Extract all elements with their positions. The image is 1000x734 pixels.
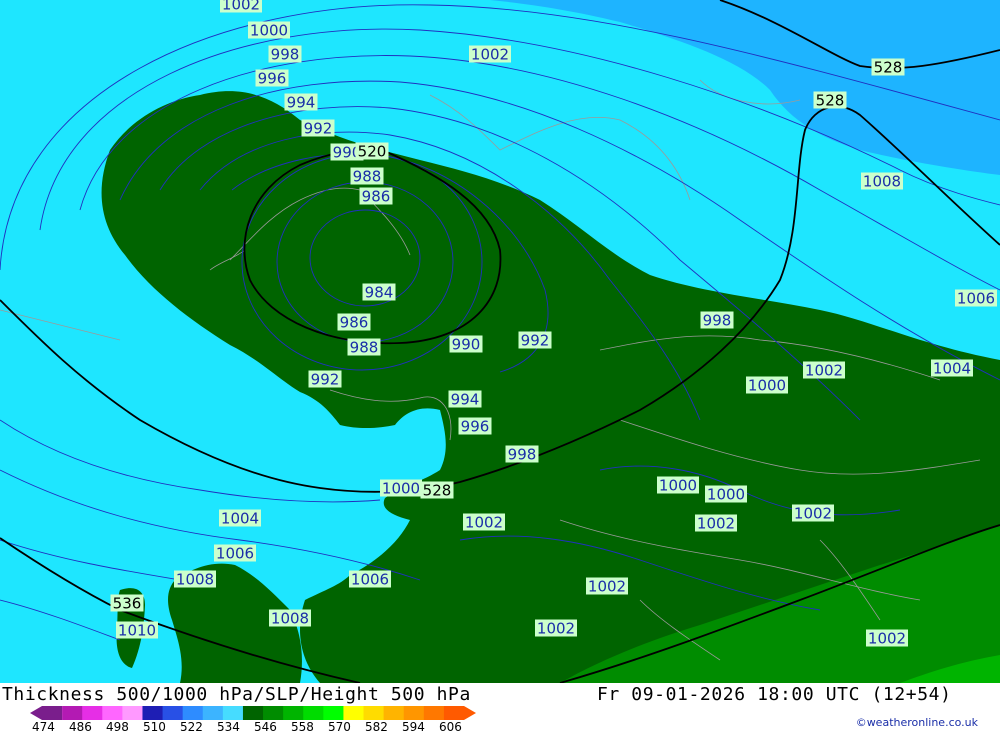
isobar-label: 998 (508, 446, 537, 464)
legend-swatch (403, 706, 425, 720)
legend-swatch (443, 706, 476, 720)
legend-swatch (142, 706, 164, 720)
legend-swatch (363, 706, 385, 720)
legend-tick-label: 474 (32, 720, 55, 734)
isobar-label: 994 (287, 94, 316, 112)
isobar-label: 1008 (863, 173, 901, 191)
isobar-label: 986 (362, 188, 391, 206)
legend-tick-label: 510 (143, 720, 166, 734)
legend-swatch (30, 706, 63, 720)
isobar-label: 1010 (118, 622, 156, 640)
legend-tick-label: 486 (69, 720, 92, 734)
isobar-label: 998 (703, 312, 732, 330)
isobar-label: 1000 (250, 22, 288, 40)
thickness-label: 528 (874, 59, 903, 77)
isobar-label: 1008 (271, 610, 309, 628)
legend-swatch (263, 706, 284, 720)
legend-swatch (122, 706, 143, 720)
thickness-label: 528 (816, 92, 845, 110)
isobar-label: 988 (353, 168, 382, 186)
legend-swatch (283, 706, 304, 720)
legend-swatch (242, 706, 264, 720)
credit-link[interactable]: ©weatheronline.co.uk (856, 716, 978, 729)
isobar-label: 1000 (707, 486, 745, 504)
isobar-label: 1002 (471, 46, 509, 64)
legend-tick-label: 582 (365, 720, 388, 734)
isobar-label: 1000 (748, 377, 786, 395)
isobar-label: 992 (521, 332, 550, 350)
isobar-label: 1000 (382, 480, 420, 498)
isobar-label: 998 (271, 46, 300, 64)
isobar-label: 992 (304, 120, 333, 138)
isobar-label: 1000 (659, 477, 697, 495)
legend-tick-label: 546 (254, 720, 277, 734)
legend-swatch (323, 706, 344, 720)
isobar-label: 986 (340, 314, 369, 332)
weather-map: 10021000998996994992990988986984986988 99… (0, 0, 1000, 683)
map-footer: Thickness 500/1000 hPa/SLP/Height 500 hP… (0, 683, 1000, 734)
legend-tick-label: 522 (180, 720, 203, 734)
legend-swatch (423, 706, 445, 720)
isobar-label: 1002 (868, 630, 906, 648)
isobar-label: 994 (451, 391, 480, 409)
isobar-label: 1004 (221, 510, 259, 528)
legend-swatch (303, 706, 324, 720)
legend-swatch (343, 706, 365, 720)
forecast-datetime: Fr 09-01-2026 18:00 UTC (12+54) (597, 684, 952, 705)
isobar-label: 1008 (176, 571, 214, 589)
legend-swatch (383, 706, 405, 720)
isobar-label: 1002 (588, 578, 626, 596)
legend-swatch (202, 706, 224, 720)
legend-swatch (182, 706, 204, 720)
legend-tick-label: 498 (106, 720, 129, 734)
isobar-label: 1002 (697, 515, 735, 533)
legend-tick-label: 558 (291, 720, 314, 734)
isobar-label: 1002 (537, 620, 575, 638)
thickness-label: 536 (113, 595, 142, 613)
legend-tick-label: 606 (439, 720, 462, 734)
legend-tick-label: 534 (217, 720, 240, 734)
legend-swatch (82, 706, 103, 720)
thickness-label: 520 (358, 143, 387, 161)
legend-swatch (62, 706, 83, 720)
legend-tick-label: 570 (328, 720, 351, 734)
isobar-label: 996 (461, 418, 490, 436)
isobar-label: 1006 (351, 571, 389, 589)
isobar-label: 1006 (957, 290, 995, 308)
legend-swatch (162, 706, 184, 720)
thickness-label: 528 (423, 482, 452, 500)
map-title: Thickness 500/1000 hPa/SLP/Height 500 hP… (2, 684, 471, 705)
isobar-label: 1002 (222, 0, 260, 14)
legend-swatch (102, 706, 123, 720)
isobar-label: 988 (350, 339, 379, 357)
isobar-label: 990 (452, 336, 481, 354)
isobar-label: 1006 (216, 545, 254, 563)
isobar-label: 996 (258, 70, 287, 88)
legend-color-bar (30, 706, 476, 720)
isobar-label: 992 (311, 371, 340, 389)
isobar-label: 1002 (465, 514, 503, 532)
legend-tick-label: 594 (402, 720, 425, 734)
isobar-label: 1004 (933, 360, 971, 378)
isobar-label: 1002 (805, 362, 843, 380)
isobar-label: 984 (365, 284, 394, 302)
isobar-label: 1002 (794, 505, 832, 523)
legend-swatch (222, 706, 244, 720)
